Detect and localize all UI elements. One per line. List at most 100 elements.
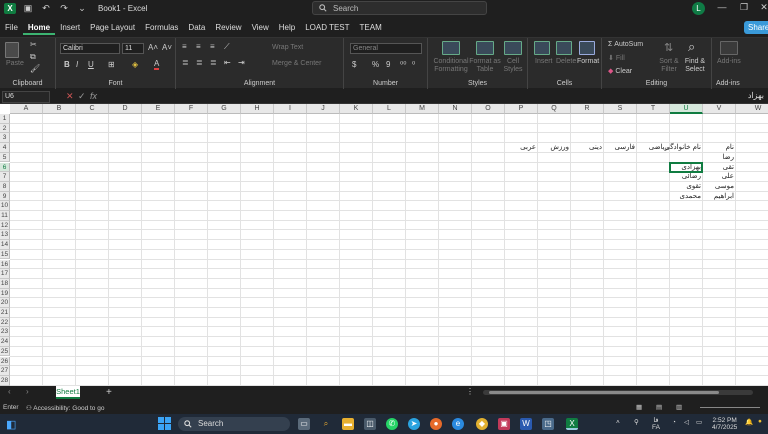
tab-insert[interactable]: Insert	[55, 20, 85, 35]
search-app-icon[interactable]: ⌕	[320, 418, 332, 430]
align-left-icon[interactable]: ≣	[182, 58, 189, 67]
column-header-d[interactable]: D	[109, 104, 142, 114]
sort-filter-button[interactable]: Sort & Filter	[658, 58, 680, 74]
row-header-26[interactable]: 26	[0, 356, 10, 367]
format-painter-icon[interactable]: 🖌	[30, 64, 40, 73]
volume-icon[interactable]: ◁	[684, 419, 689, 426]
outlook-icon[interactable]: ◳	[542, 418, 554, 430]
customize-toolbar-icon[interactable]: ⌄	[76, 3, 88, 14]
row-header-5[interactable]: 5	[0, 152, 10, 163]
battery-icon[interactable]: ▭	[696, 419, 702, 426]
excel-taskbar-icon[interactable]: X	[566, 418, 578, 430]
row-header-18[interactable]: 18	[0, 278, 10, 289]
widgets-icon[interactable]: ◧	[6, 418, 16, 431]
insert-function-icon[interactable]: fx	[90, 91, 97, 101]
cell-styles-button[interactable]: Cell Styles	[502, 58, 524, 74]
insert-cells-button[interactable]: Insert	[535, 58, 553, 65]
row-header-19[interactable]: 19	[0, 288, 10, 299]
tab-view[interactable]: View	[247, 20, 274, 35]
row-header-13[interactable]: 13	[0, 230, 10, 241]
sort-filter-icon[interactable]: ⇅	[664, 41, 673, 54]
column-header-p[interactable]: P	[505, 104, 538, 114]
paste-icon[interactable]	[5, 42, 19, 58]
clear-button[interactable]: ◆ Clear	[608, 67, 632, 75]
restore-button[interactable]: ❐	[734, 2, 754, 13]
align-right-icon[interactable]: ≣	[210, 58, 217, 67]
next-sheet-icon[interactable]: ›	[26, 387, 29, 396]
accessibility-status[interactable]: ⚇ Accessibility: Good to go	[26, 404, 104, 412]
tab-team[interactable]: TEAM	[355, 20, 387, 35]
align-middle-icon[interactable]: ≡	[196, 42, 201, 51]
row-header-2[interactable]: 2	[0, 123, 10, 134]
cell-s4[interactable]: فارسی	[605, 143, 635, 153]
name-box[interactable]: U6	[2, 91, 50, 103]
font-color-icon[interactable]: A	[154, 59, 160, 70]
underline-icon[interactable]: U	[88, 60, 94, 69]
cell-v9[interactable]: ابراهیم	[704, 192, 734, 202]
share-button[interactable]: Share	[744, 21, 768, 34]
page-break-view-icon[interactable]: ▥	[676, 403, 682, 411]
italic-icon[interactable]: I	[76, 60, 78, 69]
row-header-1[interactable]: 1	[0, 114, 10, 124]
tab-data[interactable]: Data	[183, 20, 210, 35]
cell-p4[interactable]: عربی	[506, 143, 536, 153]
font-name-select[interactable]: Calibri	[60, 43, 120, 54]
language-indicator[interactable]: فا FA	[652, 417, 660, 431]
taskbar-search-input[interactable]: Search	[178, 417, 290, 431]
cell-u8[interactable]: تقوی	[671, 182, 701, 192]
row-header-11[interactable]: 11	[0, 211, 10, 221]
row-header-10[interactable]: 10	[0, 201, 10, 211]
row-header-20[interactable]: 20	[0, 298, 10, 308]
fill-button[interactable]: ⬇ Fill	[608, 54, 625, 62]
row-header-6[interactable]: 6	[0, 162, 10, 173]
tray-app-icon[interactable]: ⚲	[634, 419, 639, 426]
copy-icon[interactable]: ⧉	[30, 52, 36, 62]
tab-file[interactable]: File	[0, 20, 23, 35]
normal-view-icon[interactable]: ▦	[636, 403, 642, 411]
conditional-formatting-button[interactable]: Conditional Formatting	[432, 58, 470, 74]
currency-icon[interactable]: $	[352, 60, 356, 69]
column-header-u[interactable]: U	[670, 104, 703, 114]
row-header-8[interactable]: 8	[0, 181, 10, 192]
row-header-23[interactable]: 23	[0, 327, 10, 338]
column-header-b[interactable]: B	[43, 104, 76, 114]
column-header-e[interactable]: E	[142, 104, 175, 114]
copilot-icon[interactable]: ●	[758, 418, 762, 425]
row-header-9[interactable]: 9	[0, 191, 10, 202]
comma-icon[interactable]: 9	[386, 60, 390, 69]
row-header-16[interactable]: 16	[0, 259, 10, 270]
tab-load-test[interactable]: LOAD TEST	[300, 20, 354, 35]
conditional-formatting-icon[interactable]	[442, 41, 460, 55]
app-icon-2[interactable]: ▣	[498, 418, 510, 430]
column-header-f[interactable]: F	[175, 104, 208, 114]
row-header-21[interactable]: 21	[0, 308, 10, 318]
firefox-icon[interactable]: ●	[430, 418, 442, 430]
addins-button[interactable]: Add-ins	[717, 58, 741, 65]
cell-t4[interactable]: ریاضی	[638, 143, 668, 153]
zoom-slider[interactable]	[700, 407, 760, 408]
column-header-a[interactable]: A	[10, 104, 43, 114]
cell-u7[interactable]: رضائی	[671, 172, 701, 182]
column-header-s[interactable]: S	[604, 104, 637, 114]
align-top-icon[interactable]: ≡	[182, 42, 187, 51]
column-header-c[interactable]: C	[76, 104, 109, 114]
column-header-v[interactable]: V	[703, 104, 736, 114]
tray-chevron-icon[interactable]: ˄	[616, 419, 620, 426]
horizontal-scrollbar[interactable]	[483, 390, 753, 395]
align-bottom-icon[interactable]: ≡	[210, 42, 215, 51]
find-select-button[interactable]: Find & Select	[682, 58, 708, 74]
column-header-j[interactable]: J	[307, 104, 340, 114]
notifications-icon[interactable]: 🔔	[745, 419, 753, 426]
cell-v8[interactable]: موسی	[704, 182, 734, 192]
merge-center-button[interactable]: Merge & Center	[272, 60, 321, 67]
align-center-icon[interactable]: ≣	[196, 58, 203, 67]
decrease-font-icon[interactable]: A˅	[162, 43, 172, 52]
formula-input[interactable]: بهزاد	[748, 91, 764, 100]
sheet-tab-sheet1[interactable]: Sheet1	[56, 386, 80, 399]
cell-q4[interactable]: ورزش	[539, 143, 569, 153]
row-header-14[interactable]: 14	[0, 240, 10, 250]
cell-u4[interactable]: نام خانوادگی	[664, 143, 701, 153]
app-icon[interactable]: ◆	[476, 418, 488, 430]
find-icon[interactable]: ⌕	[688, 39, 695, 55]
row-header-24[interactable]: 24	[0, 337, 10, 347]
